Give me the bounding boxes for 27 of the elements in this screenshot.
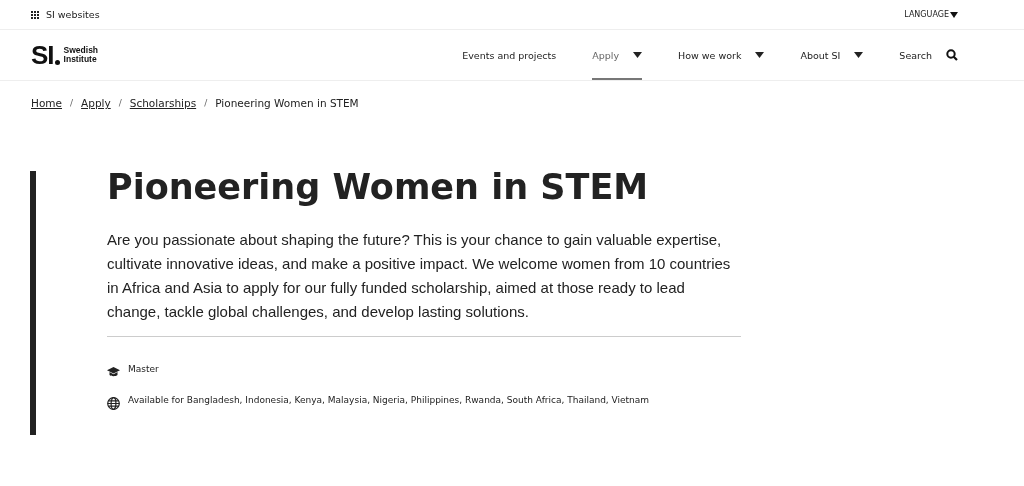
caret-icon xyxy=(854,52,864,58)
intro-paragraph: Are you passionate about shaping the future? This is your chance to gain valuable expertise, cultivate innovative ideas, and make a positive impact. We welcome women from 10 countries in Africa and Asia to apply for our fully funded scholarship, aimed at those ready to lead change, tackle global challenges, and develop lasting solutions. xyxy=(107,227,741,337)
nav-item[interactable]: Search xyxy=(899,30,958,80)
globe-icon xyxy=(107,396,120,410)
breadcrumb-separator: / xyxy=(70,98,74,108)
search-icon xyxy=(946,49,958,61)
language-button[interactable]: LANGUAGE xyxy=(904,10,958,19)
breadcrumb-current: Pioneering Women in STEM xyxy=(215,97,359,109)
graduation-cap-icon xyxy=(107,366,120,377)
si-websites-link[interactable]: SI websites xyxy=(46,9,100,20)
breadcrumb-link[interactable]: Scholarships xyxy=(129,97,197,109)
logo[interactable]: SI Swedish Institute xyxy=(31,42,99,68)
fact-text: Available for Bangladesh, Indonesia, Kenya, Malaysia, Nigeria, Philippines, Rwanda, South Africa, Thailand, Vietnam xyxy=(128,395,650,405)
caret-icon xyxy=(633,52,643,58)
grid-icon xyxy=(31,10,39,19)
fact-text: Master xyxy=(128,363,159,374)
breadcrumb-link[interactable]: Home xyxy=(31,97,62,109)
nav-item[interactable]: How we work xyxy=(678,30,765,80)
caret-icon xyxy=(755,52,765,58)
breadcrumb-link[interactable]: Apply xyxy=(81,97,111,109)
breadcrumb-separator: / xyxy=(204,98,208,108)
nav-item[interactable]: Apply xyxy=(592,30,643,80)
nav-item[interactable]: Events and projects xyxy=(462,30,557,80)
page-title: Pioneering Women in STEM xyxy=(107,166,650,209)
nav-item[interactable]: About SI xyxy=(800,30,864,80)
breadcrumb-separator: / xyxy=(118,98,122,108)
caret-icon xyxy=(950,11,958,18)
